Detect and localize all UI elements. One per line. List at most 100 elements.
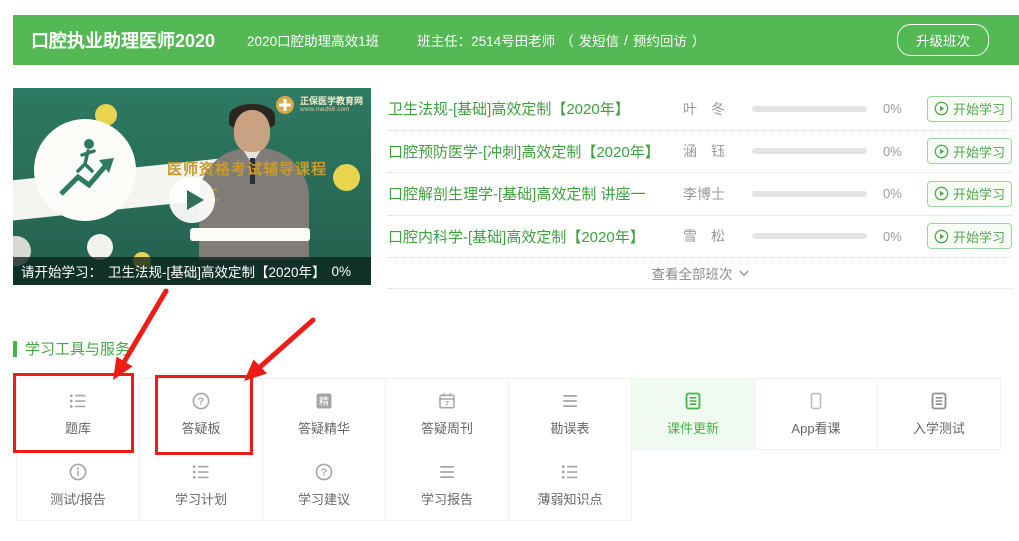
tool-question-bank[interactable]: 题库	[16, 378, 140, 450]
tool-errata[interactable]: 勘误表	[508, 378, 632, 450]
tool-qa-highlights[interactable]: 精 答疑精华	[262, 378, 386, 450]
progress-percent: 0%	[883, 186, 927, 201]
question-circle-icon: ?	[191, 391, 211, 411]
course-title-link[interactable]: 卫生法规-[基础]高效定制【2020年】	[388, 98, 656, 119]
advisor-info: 班主任：2514号田老师 （ 发短信 / 预约回访 ）	[417, 30, 705, 50]
brand-cross-icon	[275, 95, 295, 115]
progress-bar	[752, 148, 867, 154]
phone-icon	[806, 391, 826, 411]
progress-percent: 0%	[883, 101, 927, 116]
progress-bar	[752, 191, 867, 197]
start-learning-button[interactable]: 开始学习	[927, 96, 1012, 122]
tool-app-learning[interactable]: App看课	[754, 378, 878, 450]
calendar-7-icon: 7	[437, 391, 457, 411]
tool-label: 学习计划	[175, 489, 227, 508]
tool-weak-points[interactable]: 薄弱知识点	[508, 449, 632, 521]
course-row: 口腔内科学-[基础]高效定制【2020年】 雪 松 0% 开始学习	[388, 216, 1012, 259]
document-icon	[929, 391, 949, 411]
start-learning-button[interactable]: 开始学习	[927, 181, 1012, 207]
bracket-open: （	[560, 30, 574, 50]
start-learning-button[interactable]: 开始学习	[927, 138, 1012, 164]
tool-qa-board[interactable]: ? 答疑板	[139, 378, 263, 450]
course-title-link[interactable]: 口腔解剖生理学-[基础]高效定制 讲座一	[388, 183, 656, 204]
list-icon	[68, 391, 88, 411]
tool-qa-weekly[interactable]: 7 答疑周刊	[385, 378, 509, 450]
boxed-character-icon: 精	[314, 391, 334, 411]
chevron-down-icon	[739, 270, 749, 277]
svg-text:7: 7	[445, 399, 449, 408]
start-label: 开始学习	[953, 142, 1005, 161]
lines-icon	[560, 391, 580, 411]
progress-bar	[752, 233, 867, 239]
view-all-classes-link[interactable]: 查看全部班次	[388, 258, 1012, 289]
svg-text:精: 精	[319, 395, 329, 408]
start-label: 开始学习	[953, 99, 1005, 118]
progress-percent: 0%	[883, 229, 927, 244]
tools-grid-row1: 题库 ? 答疑板 精 答疑精华 7 答疑周刊 勘误表 课件更新 App看课 入学…	[16, 378, 1001, 450]
tool-label: 题库	[65, 418, 91, 437]
question-circle-icon: ?	[314, 462, 334, 482]
course-list: 卫生法规-[基础]高效定制【2020年】 叶 冬 0% 开始学习 口腔预防医学-…	[388, 88, 1012, 289]
tool-label: App看课	[791, 418, 840, 437]
start-label: 开始学习	[953, 184, 1005, 203]
start-learning-button[interactable]: 开始学习	[927, 223, 1012, 249]
red-arrow-icon	[113, 291, 166, 380]
brand-logo: 正保医学教育网 www.med66.com	[275, 95, 363, 115]
upgrade-class-button[interactable]: 升级班次	[897, 24, 989, 56]
send-sms-link[interactable]: 发短信	[579, 30, 620, 50]
play-circle-icon	[934, 186, 949, 201]
course-row: 口腔预防医学-[冲刺]高效定制【2020年】 涵 钰 0% 开始学习	[388, 131, 1012, 174]
section-marker	[13, 341, 17, 357]
tool-entrance-test[interactable]: 入学测试	[877, 378, 1001, 450]
page-title: 口腔执业助理医师2020	[31, 27, 215, 53]
bracket-close: ）	[692, 30, 706, 50]
course-title-link[interactable]: 口腔内科学-[基础]高效定制【2020年】	[388, 226, 656, 247]
section-title-label: 学习工具与服务	[25, 338, 130, 359]
play-circle-icon	[934, 144, 949, 159]
teacher-name: 李博士	[656, 184, 752, 204]
teacher-name: 雪 松	[656, 226, 752, 246]
tool-label: 答疑精华	[298, 418, 350, 437]
tool-label: 答疑周刊	[421, 418, 473, 437]
reserve-callback-link[interactable]: 预约回访	[633, 30, 687, 50]
brand-name: 正保医学教育网	[300, 96, 363, 106]
tool-label: 学习报告	[421, 489, 473, 508]
tool-label: 入学测试	[913, 418, 965, 437]
board-bar-decoration	[190, 228, 310, 241]
progress-percent: 0%	[883, 144, 927, 159]
red-arrow-icon	[244, 320, 313, 381]
teacher-name: 叶 冬	[656, 99, 752, 119]
svg-text:?: ?	[321, 466, 327, 478]
tool-courseware-update[interactable]: 课件更新	[631, 378, 755, 450]
play-circle-icon	[934, 101, 949, 116]
caption-prefix: 请开始学习：	[21, 261, 102, 281]
info-circle-icon	[68, 462, 88, 482]
lines-icon	[437, 462, 457, 482]
svg-text:?: ?	[198, 396, 204, 408]
section-title-tools: 学习工具与服务	[13, 338, 130, 359]
document-icon	[683, 391, 703, 411]
tool-label: 测试/报告	[50, 489, 106, 508]
tool-test-report[interactable]: 测试/报告	[16, 449, 140, 521]
video-player[interactable]: 医师资格考试辅导课程 工 正保医学教育网 www.med66.com 请开始学习…	[13, 88, 371, 285]
teacher-name: 涵 钰	[656, 141, 752, 161]
class-header: 口腔执业助理医师2020 2020口腔助理高效1班 班主任：2514号田老师 （…	[13, 15, 1019, 65]
tool-label: 学习建议	[298, 489, 350, 508]
tool-study-plan[interactable]: 学习计划	[139, 449, 263, 521]
view-all-label: 查看全部班次	[652, 263, 733, 283]
caption-course: 卫生法规-[基础]高效定制【2020年】	[108, 261, 326, 281]
progress-bar	[752, 106, 867, 112]
video-caption: 请开始学习： 卫生法规-[基础]高效定制【2020年】 0%	[13, 257, 371, 285]
growth-runner-icon	[33, 118, 137, 227]
tool-study-report[interactable]: 学习报告	[385, 449, 509, 521]
course-row: 口腔解剖生理学-[基础]高效定制 讲座一 李博士 0% 开始学习	[388, 173, 1012, 216]
tool-label: 课件更新	[667, 418, 719, 437]
list-icon	[191, 462, 211, 482]
start-label: 开始学习	[953, 227, 1005, 246]
advisor-label: 班主任：2514号田老师	[417, 30, 555, 50]
course-row: 卫生法规-[基础]高效定制【2020年】 叶 冬 0% 开始学习	[388, 88, 1012, 131]
tool-study-advice[interactable]: ? 学习建议	[262, 449, 386, 521]
presenter-head	[234, 110, 270, 152]
course-title-link[interactable]: 口腔预防医学-[冲刺]高效定制【2020年】	[388, 141, 656, 162]
play-button[interactable]	[168, 176, 216, 224]
